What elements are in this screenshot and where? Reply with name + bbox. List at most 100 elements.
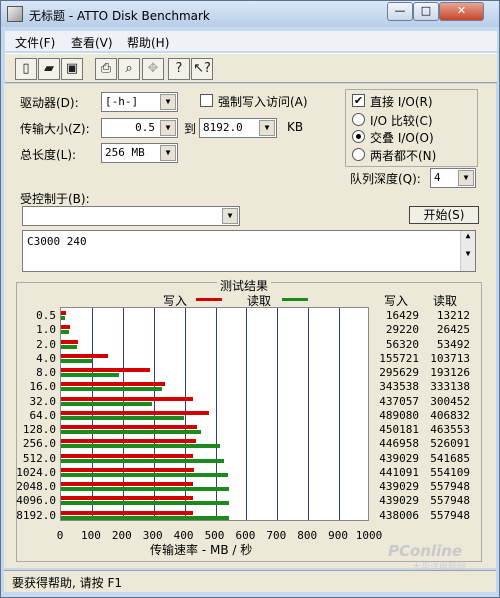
x-tick-label: 100: [80, 529, 101, 542]
drive-label: 驱动器(D):: [20, 96, 79, 110]
chevron-down-icon[interactable]: ▼: [222, 208, 238, 224]
write-value: 441091: [379, 465, 419, 479]
read-value: 526091: [430, 437, 470, 451]
read-value: 333138: [430, 380, 470, 394]
read-value: 557948: [430, 508, 470, 522]
force-write-checkbox[interactable]: [200, 94, 213, 107]
read-bar: [61, 501, 230, 506]
x-tick-label: 800: [297, 529, 318, 542]
overlap-io-label: 交叠 I/O(O): [370, 131, 434, 145]
write-value: 437057: [379, 394, 419, 408]
watermark-logo: PConline: [388, 542, 463, 560]
write-value: 450181: [379, 423, 419, 437]
write-bar: [61, 368, 151, 373]
menu-view[interactable]: 查看(V): [71, 34, 113, 51]
transfer-from-select[interactable]: 0.5 ▼: [101, 118, 178, 138]
transfer-size-label: 传输大小(Z):: [20, 122, 90, 136]
maximize-button[interactable]: □: [413, 2, 439, 21]
io-compare-label: I/O 比较(C): [370, 114, 433, 128]
y-tick-label: 32.0: [29, 394, 57, 408]
read-bar: [61, 387, 162, 392]
col-write-header: 写入: [384, 294, 409, 308]
menu-bar: 文件(F) 查看(V) 帮助(H): [5, 31, 497, 51]
description-textarea[interactable]: C3000 240 ▲ ▼: [22, 230, 476, 272]
menu-file[interactable]: 文件(F): [15, 34, 55, 51]
y-tick-label: 2.0: [36, 337, 56, 351]
chevron-down-icon[interactable]: ▼: [160, 94, 176, 110]
queue-depth-label: 队列深度(Q):: [350, 172, 421, 186]
toolbar: ▯ ▰ ▣ ⎙ ⌕ ✥ ? ↖?: [5, 53, 497, 83]
title-bar[interactable]: 无标题 - ATTO Disk Benchmark — □ ✕: [1, 1, 499, 27]
read-bar: [61, 401, 152, 406]
y-tick-label: 8192.0: [16, 508, 56, 522]
transfer-to-label: 到: [184, 122, 197, 136]
queue-depth-select[interactable]: 4 ▼: [430, 168, 476, 188]
total-length-select[interactable]: 256 MB ▼: [101, 143, 178, 163]
write-bar: [61, 311, 66, 315]
chevron-down-icon[interactable]: ▼: [160, 145, 176, 161]
write-bar: [61, 382, 165, 387]
print-preview-icon[interactable]: ⌕: [118, 58, 140, 80]
read-bar: [61, 444, 220, 449]
vertical-scrollbar[interactable]: ▲ ▼: [460, 231, 475, 271]
force-write-label: 强制写入访问(A): [218, 95, 308, 109]
read-bar: [61, 316, 65, 320]
x-tick-label: 0: [56, 529, 64, 542]
y-tick-label: 16.0: [29, 380, 57, 394]
help-icon[interactable]: ?: [168, 58, 190, 80]
y-tick-label: 0.5: [36, 309, 56, 322]
total-length-label: 总长度(L):: [20, 148, 77, 162]
drive-select[interactable]: [-h-] ▼: [101, 92, 178, 112]
save-icon[interactable]: ▣: [61, 58, 83, 80]
write-bar: [61, 425, 197, 430]
x-axis-label: 传输速率 - MB / 秒: [150, 543, 253, 557]
write-value: 343538: [379, 380, 419, 394]
write-value: 16429: [385, 309, 419, 322]
menu-help[interactable]: 帮助(H): [127, 34, 169, 51]
write-value: 489080: [379, 408, 419, 422]
minimize-button[interactable]: —: [387, 2, 413, 21]
read-value: 300452: [430, 394, 470, 408]
read-value: 463553: [430, 423, 470, 437]
read-value: 557948: [430, 494, 470, 508]
write-value: 56320: [385, 337, 419, 351]
window-title: 无标题 - ATTO Disk Benchmark: [29, 9, 210, 23]
write-bar: [61, 510, 194, 515]
read-value: 541685: [430, 451, 470, 465]
chevron-down-icon[interactable]: ▼: [458, 170, 474, 186]
chart-plot-area: [60, 307, 369, 521]
write-bar: [61, 467, 195, 472]
close-button[interactable]: ✕: [439, 2, 484, 21]
read-value: 554109: [430, 465, 470, 479]
print-icon[interactable]: ⎙: [95, 58, 117, 80]
read-bar: [61, 515, 230, 520]
direct-io-checkbox[interactable]: ✔: [352, 94, 365, 107]
open-icon[interactable]: ▰: [38, 58, 60, 80]
context-help-icon[interactable]: ↖?: [191, 58, 213, 80]
read-value: 103713: [430, 351, 470, 365]
start-button[interactable]: 开始(S): [409, 206, 479, 224]
neither-radio[interactable]: [352, 148, 365, 161]
overlap-io-radio[interactable]: [352, 130, 365, 143]
legend-write-swatch: [196, 298, 222, 301]
io-compare-radio[interactable]: [352, 113, 365, 126]
read-bar: [61, 458, 225, 463]
y-tick-label: 4096.0: [16, 494, 56, 508]
controlled-by-label: 受控制于(B):: [20, 192, 90, 206]
read-value: 53492: [436, 337, 470, 351]
read-bar: [61, 373, 120, 378]
chevron-down-icon[interactable]: ▼: [259, 120, 275, 136]
read-bar: [61, 487, 230, 492]
transfer-to-select[interactable]: 8192.0 ▼: [199, 118, 277, 138]
chart-gridline: [339, 308, 340, 520]
write-value: 155721: [379, 351, 419, 365]
y-tick-label: 512.0: [22, 451, 56, 465]
y-tick-label: 128.0: [22, 423, 56, 437]
new-icon[interactable]: ▯: [15, 58, 37, 80]
legend-read-swatch: [282, 298, 308, 301]
read-bar: [61, 415, 184, 420]
read-bar: [61, 358, 93, 363]
chevron-down-icon[interactable]: ▼: [160, 120, 176, 136]
y-tick-label: 256.0: [22, 437, 56, 451]
controlled-by-select[interactable]: ▼: [22, 206, 240, 226]
